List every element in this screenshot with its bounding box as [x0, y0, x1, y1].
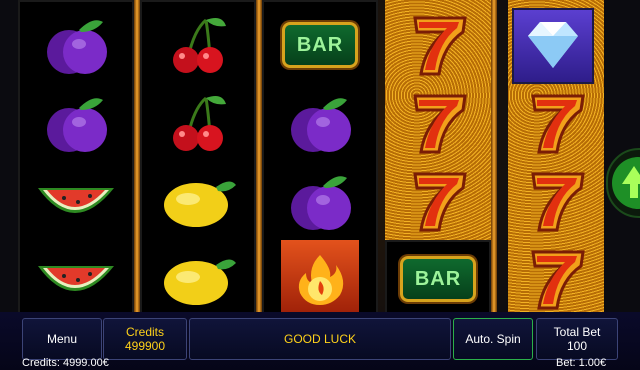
reel-1	[18, 0, 134, 318]
reel-2	[140, 0, 256, 318]
seven-symbol	[385, 162, 491, 240]
bar-label: BAR	[400, 256, 476, 302]
watermelon-symbol	[18, 162, 134, 240]
reel-3: BAR	[262, 0, 378, 318]
credits-value: 499900	[124, 339, 166, 353]
seven-symbol	[508, 162, 604, 240]
bar-label: BAR	[282, 22, 358, 68]
fire-icon	[281, 240, 359, 318]
diamond-icon	[528, 22, 578, 68]
plum-symbol	[18, 6, 134, 84]
lemon-symbol	[140, 240, 256, 318]
status-message: GOOD LUCK	[283, 332, 356, 346]
spin-arrow-icon	[612, 157, 640, 209]
seven-symbol	[508, 84, 604, 162]
seven-symbol	[385, 84, 491, 162]
cherries-symbol	[140, 6, 256, 84]
hot-fire-symbol	[262, 240, 378, 318]
footer-bet: Bet: 1.00€	[556, 357, 607, 369]
bar-symbol: BAR	[262, 6, 378, 84]
plum-symbol	[262, 84, 378, 162]
credits-label: Credits	[125, 325, 164, 339]
footer-credits: Credits: 4999.00€	[22, 357, 109, 369]
plum-symbol	[262, 162, 378, 240]
menu-label: Menu	[46, 332, 78, 346]
total-bet-value: 100	[566, 339, 588, 353]
message-display: GOOD LUCK	[189, 318, 451, 360]
cherries-symbol	[140, 84, 256, 162]
total-bet-label: Total Bet	[553, 325, 601, 339]
auto-spin-button[interactable]: Auto. Spin	[453, 318, 533, 360]
reel-separator	[491, 0, 497, 318]
lemon-symbol	[140, 162, 256, 240]
credits-display: Credits 499900	[103, 318, 187, 360]
total-bet-display[interactable]: Total Bet 100	[536, 318, 618, 360]
slot-game-stage: BAR BAR Menu Credits 499900 GOOD LUCK Au…	[0, 0, 640, 370]
watermelon-symbol	[18, 240, 134, 318]
bar-symbol: BAR	[385, 240, 491, 318]
seven-symbol	[385, 6, 491, 84]
auto-spin-label: Auto. Spin	[465, 332, 521, 346]
plum-symbol	[18, 84, 134, 162]
spin-button[interactable]	[606, 148, 640, 218]
reel-4-bottom: BAR	[385, 240, 491, 318]
menu-button[interactable]: Menu	[22, 318, 102, 360]
seven-symbol	[508, 240, 604, 318]
diamond-symbol	[512, 8, 594, 84]
